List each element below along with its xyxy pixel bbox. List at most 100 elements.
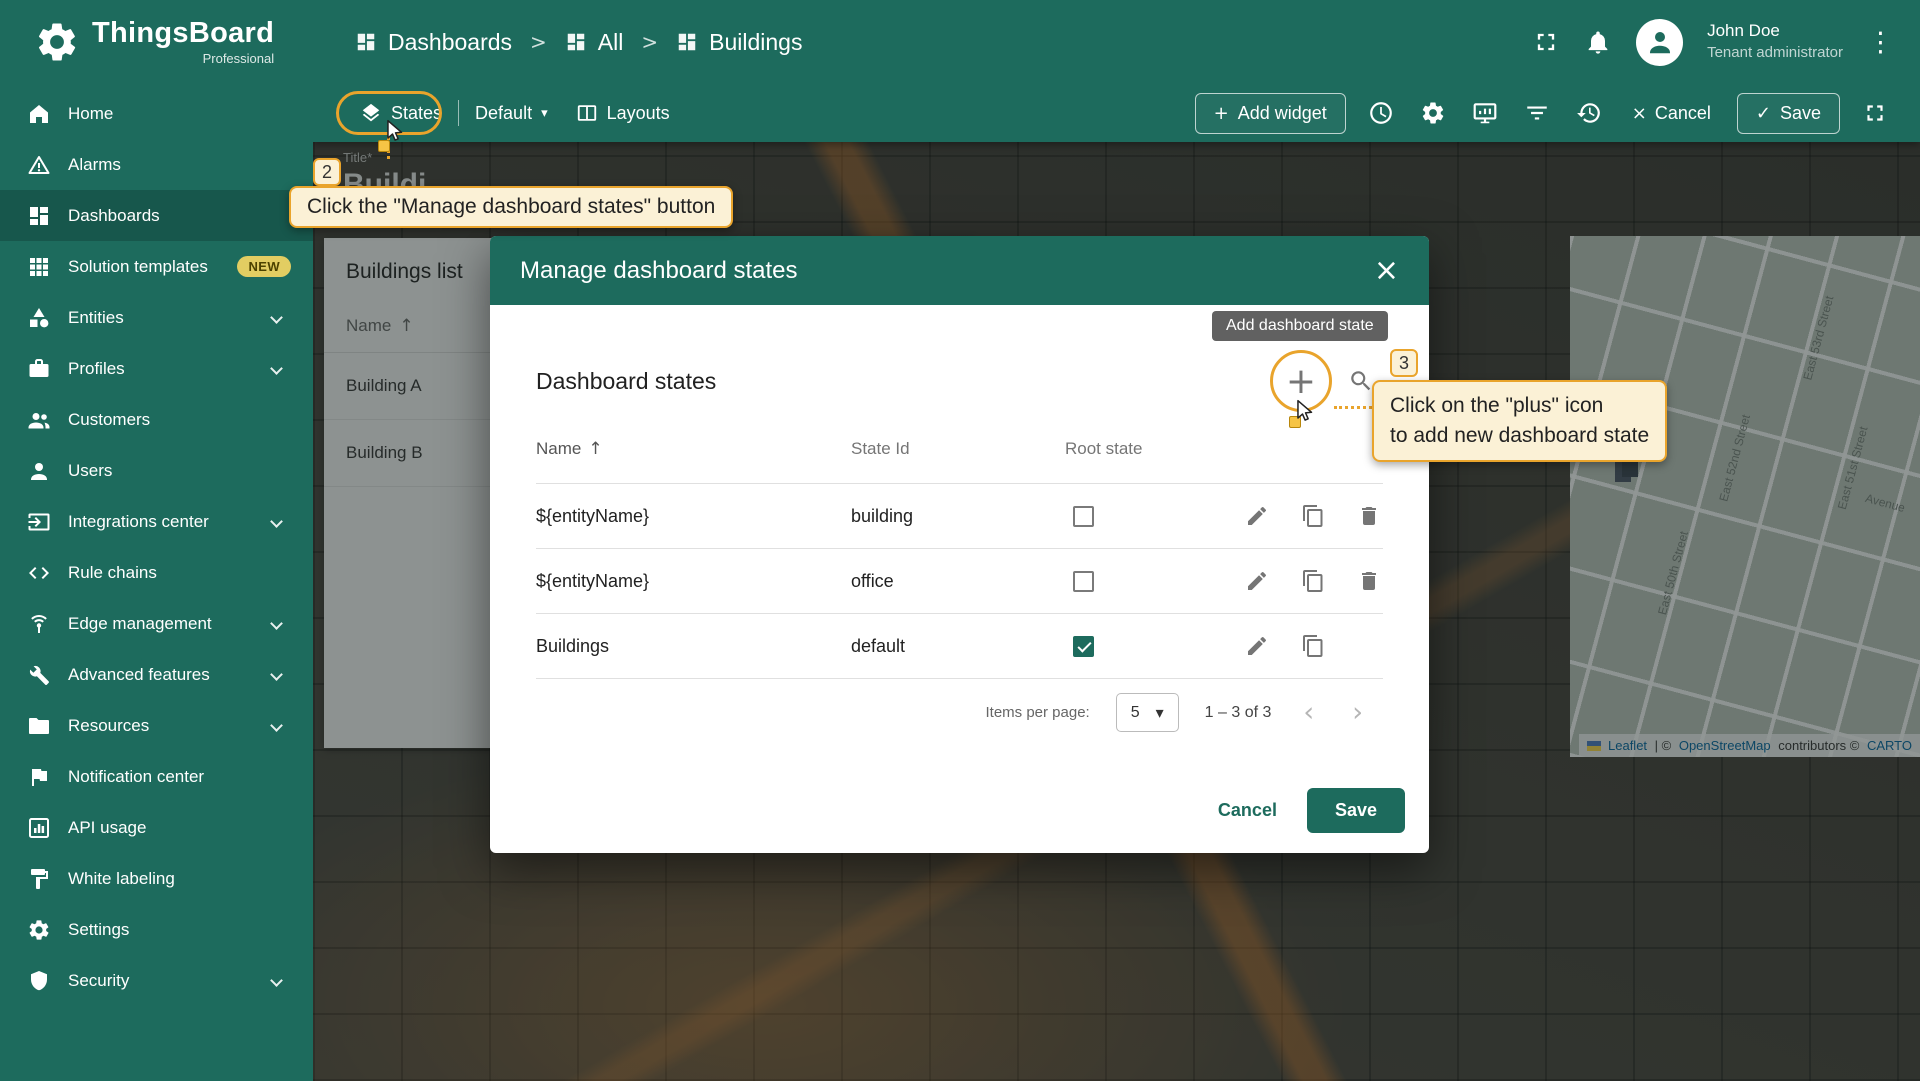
version-history-button[interactable]: [1572, 96, 1606, 130]
profiles-icon: [27, 357, 51, 381]
sidebar-item-dashboards[interactable]: Dashboards: [0, 190, 313, 241]
cancel-edit-button[interactable]: × Cancel: [1624, 94, 1719, 133]
filter-icon: [1524, 100, 1550, 126]
sidebar-item-settings[interactable]: Settings: [0, 904, 313, 955]
add-state-button[interactable]: +: [1279, 359, 1323, 403]
notifications-button[interactable]: [1584, 28, 1612, 56]
sidebar-item-white-labeling[interactable]: White labeling: [0, 853, 313, 904]
state-table-row: Buildings default: [536, 614, 1383, 679]
sidebar-item-users[interactable]: Users: [0, 445, 313, 496]
thingsboard-logo[interactable]: ThingsBoard Professional: [0, 19, 313, 66]
sidebar-item-security[interactable]: Security: [0, 955, 313, 1006]
settings-icon: [27, 918, 51, 942]
entities-icon: [27, 306, 51, 330]
plus-icon: +: [1286, 361, 1316, 402]
home-icon: [27, 102, 51, 126]
sidebar-item-profiles[interactable]: Profiles: [0, 343, 313, 394]
breadcrumb: Dashboards > All > Buildings: [355, 29, 802, 56]
chevron-down-icon: [270, 362, 283, 375]
state-name: ${entityName}: [536, 571, 851, 592]
state-select[interactable]: Default ▾: [463, 95, 560, 132]
dialog-title: Manage dashboard states: [520, 257, 798, 285]
duplicate-state-button[interactable]: [1299, 502, 1327, 530]
integrations-icon: [27, 510, 51, 534]
delete-state-button[interactable]: [1355, 502, 1383, 530]
customers-icon: [27, 408, 51, 432]
dashboard-icon: [676, 31, 698, 53]
edit-state-button[interactable]: [1243, 502, 1271, 530]
solution-templates-icon: [27, 255, 51, 279]
rule-chains-icon: [27, 561, 51, 585]
duplicate-state-button[interactable]: [1299, 632, 1327, 660]
next-page-button[interactable]: ›: [1346, 697, 1369, 728]
dialog-cancel-button[interactable]: Cancel: [1200, 789, 1295, 832]
previous-page-button[interactable]: ‹: [1297, 697, 1320, 728]
step2-callout: Click the "Manage dashboard states" butt…: [289, 186, 733, 228]
sidebar-nav: Home Alarms Dashboards Solution template…: [0, 84, 313, 1081]
breadcrumb-item-buildings[interactable]: Buildings: [676, 29, 802, 56]
toolbar-fullscreen-button[interactable]: [1858, 96, 1892, 130]
page-size-select[interactable]: 5 ▾: [1116, 693, 1179, 732]
time-window-button[interactable]: [1364, 96, 1398, 130]
dashboard-toolbar: States Default ▾ Layouts + Add widget × …: [313, 84, 1920, 142]
breadcrumb-separator: >: [641, 30, 658, 54]
edit-state-button[interactable]: [1243, 567, 1271, 595]
states-table-header: Name ↑ State Id Root state: [536, 403, 1383, 484]
header-actions: John Doe Tenant administrator ⋮: [1532, 19, 1920, 66]
caret-down-icon: ▾: [541, 106, 548, 121]
sidebar-item-solution-templates[interactable]: Solution templates NEW: [0, 241, 313, 292]
breadcrumb-item-all[interactable]: All: [565, 29, 624, 56]
plus-icon: +: [1214, 103, 1229, 124]
close-dialog-button[interactable]: ×: [1374, 256, 1399, 286]
edit-state-button[interactable]: [1243, 632, 1271, 660]
sidebar-item-integrations-center[interactable]: Integrations center: [0, 496, 313, 547]
chevron-down-icon: [270, 974, 283, 987]
resources-icon: [27, 714, 51, 738]
pagination: Items per page: 5 ▾ 1 – 3 of 3 ‹ ›: [536, 693, 1383, 732]
breadcrumb-separator: >: [530, 30, 547, 54]
trash-icon: [1357, 569, 1381, 593]
sidebar-item-customers[interactable]: Customers: [0, 394, 313, 445]
sidebar-item-alarms[interactable]: Alarms: [0, 139, 313, 190]
copy-icon: [1301, 504, 1325, 528]
column-name[interactable]: Name: [536, 439, 581, 459]
check-icon: ✓: [1756, 103, 1771, 124]
column-state-id: State Id: [851, 439, 1065, 459]
chevron-down-icon: [270, 311, 283, 324]
breadcrumb-item-dashboards[interactable]: Dashboards: [355, 29, 512, 56]
root-state-checkbox[interactable]: [1073, 571, 1094, 592]
white-labeling-icon: [27, 867, 51, 891]
delete-state-button[interactable]: [1355, 567, 1383, 595]
user-avatar[interactable]: [1636, 19, 1683, 66]
root-state-checkbox[interactable]: [1073, 636, 1094, 657]
top-bar: ThingsBoard Professional Dashboards > Al…: [0, 0, 1920, 84]
sidebar-item-advanced-features[interactable]: Advanced features: [0, 649, 313, 700]
save-dashboard-button[interactable]: ✓ Save: [1737, 93, 1840, 134]
step2-badge: 2: [313, 158, 341, 186]
entity-aliases-button[interactable]: [1468, 96, 1502, 130]
sidebar-item-entities[interactable]: Entities: [0, 292, 313, 343]
sidebar-item-rule-chains[interactable]: Rule chains: [0, 547, 313, 598]
filters-button[interactable]: [1520, 96, 1554, 130]
pencil-icon: [1245, 634, 1269, 658]
user-name: John Doe: [1707, 20, 1843, 43]
state-name: ${entityName}: [536, 506, 851, 527]
layouts-button[interactable]: Layouts: [564, 94, 682, 132]
state-table-row: ${entityName} building: [536, 484, 1383, 549]
dashboard-settings-button[interactable]: [1416, 96, 1450, 130]
sidebar-item-api-usage[interactable]: API usage: [0, 802, 313, 853]
header-fullscreen-button[interactable]: [1532, 28, 1560, 56]
root-state-checkbox[interactable]: [1073, 506, 1094, 527]
sidebar-item-edge-management[interactable]: Edge management: [0, 598, 313, 649]
add-widget-button[interactable]: + Add widget: [1195, 93, 1346, 134]
user-menu-more-button[interactable]: ⋮: [1867, 27, 1894, 58]
sidebar-item-resources[interactable]: Resources: [0, 700, 313, 751]
dialog-save-button[interactable]: Save: [1307, 788, 1405, 833]
sidebar-item-notification-center[interactable]: Notification center: [0, 751, 313, 802]
caret-down-icon: ▾: [1156, 703, 1164, 722]
page-range: 1 – 3 of 3: [1205, 704, 1272, 722]
sidebar-item-home[interactable]: Home: [0, 88, 313, 139]
search-icon: [1348, 368, 1374, 394]
duplicate-state-button[interactable]: [1299, 567, 1327, 595]
items-per-page-label: Items per page:: [985, 704, 1089, 721]
